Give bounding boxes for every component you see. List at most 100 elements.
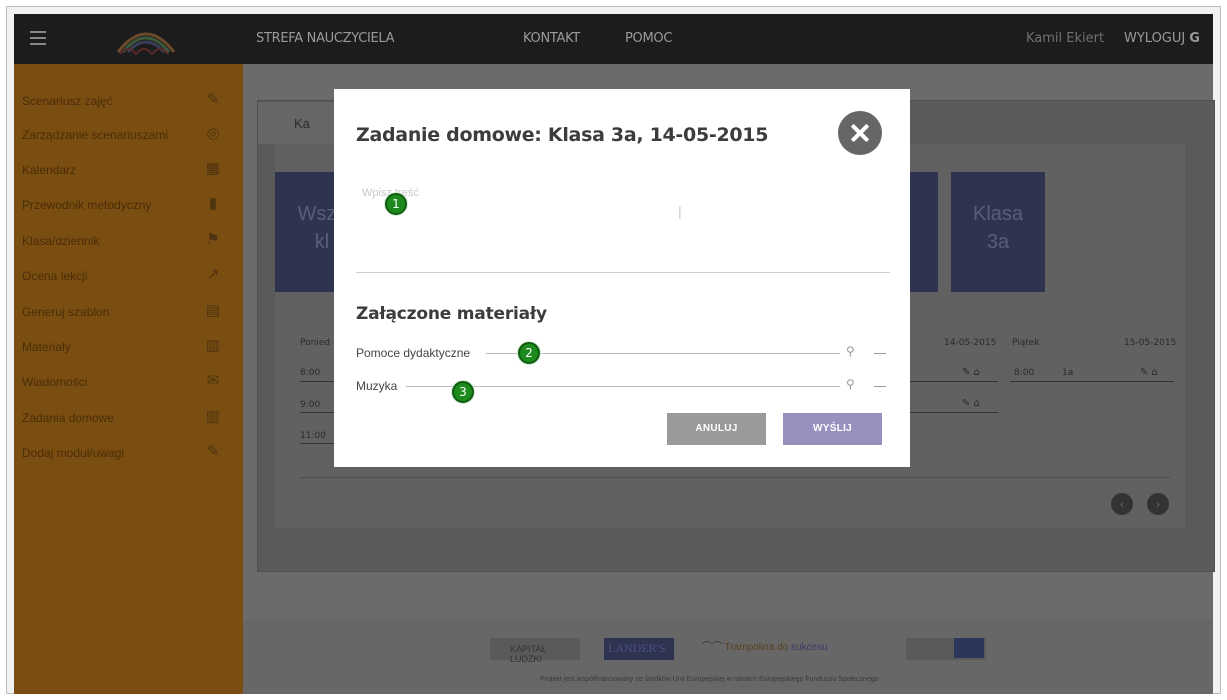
rainbow-logo-icon[interactable] (114, 22, 178, 56)
marker-3: 3 (452, 381, 474, 403)
material-row: Muzyka ⚲ (356, 377, 890, 395)
material-label: Pomoce dydaktyczne (356, 346, 477, 360)
sidebar-item-label: Scenariusz zajęć (22, 94, 113, 108)
logo-text: sukcesu (790, 642, 828, 653)
logo-arc-icon: ⌒⌒ (702, 642, 722, 653)
schedule-divider (910, 381, 998, 382)
sidebar-item-homework[interactable]: Zadania domowe ▥ (14, 401, 243, 435)
close-icon[interactable] (838, 111, 882, 155)
top-bar: STREFA NAUCZYCIELA KONTAKT POMOC Kamil E… (14, 14, 1213, 64)
logout-label: WYLOGUJ (1124, 31, 1186, 46)
schedule-day-monday: Ponied (300, 338, 331, 348)
schedule-divider (1010, 381, 1174, 382)
prev-week-icon[interactable]: ‹ (1111, 493, 1133, 515)
schedule-time: 8:00 (1014, 368, 1035, 378)
sidebar-item-add-module[interactable]: Dodaj moduł/uwagi ✎ (14, 436, 243, 470)
edit-lesson-icon[interactable]: ✎ ⌂ (962, 398, 980, 409)
schedule-date-friday: 15-05-2015 (1124, 338, 1177, 348)
edit-lesson-icon[interactable]: ✎ ⌂ (1140, 367, 1158, 378)
logo-text: KAPITAŁ LUDZKI (510, 644, 547, 664)
compass-icon: ◎ (206, 125, 220, 142)
remove-icon[interactable] (874, 353, 886, 354)
sidebar-item-calendar[interactable]: Kalendarz ▦ (14, 153, 243, 187)
sidebar-item-label: Materiały (22, 340, 71, 354)
schedule-divider (300, 412, 334, 413)
nav-help[interactable]: POMOC (625, 31, 672, 46)
sidebar-item-class-register[interactable]: Klasa/dziennik ⚑ (14, 224, 243, 258)
schedule-time: 8:00 (300, 368, 321, 378)
envelope-icon: ✉ (206, 372, 220, 389)
tile-class-3a[interactable]: Klasa 3a (951, 172, 1045, 292)
schedule-time: 11:00 (300, 431, 326, 441)
tile-line2: 3a (986, 231, 1010, 253)
schedule-class: 1a (1062, 368, 1074, 378)
sidebar-item-materials[interactable]: Materiały ▥ (14, 330, 243, 364)
landers-logo: LANDER'S (604, 638, 674, 660)
user-name: Kamil Ekiert (1026, 31, 1105, 46)
sidebar-item-label: Ocena lekcji (22, 269, 88, 283)
sidebar-item-guide[interactable]: Przewodnik metodyczny ▮ (14, 188, 243, 222)
attached-materials-title: Załączone materiały (356, 304, 547, 324)
tab-label: Ka (294, 116, 310, 131)
tile-line1: Klasa (972, 203, 1024, 225)
sidebar-item-scenario[interactable]: Scenariusz zajęć ✎ (14, 84, 243, 118)
remove-icon[interactable] (874, 386, 886, 387)
calendar-icon: ▦ (205, 160, 221, 177)
schedule-time: 9:00 (300, 400, 321, 410)
schedule-date-thursday: 14-05-2015 (944, 338, 997, 348)
next-week-icon[interactable]: › (1147, 493, 1169, 515)
logout-link[interactable]: WYLOGUJ G (1124, 31, 1200, 46)
trampolina-logo: ⌒⌒ Trampolina do sukcesu (702, 638, 828, 660)
schedule-divider (300, 443, 334, 444)
books-icon: ▥ (205, 408, 221, 425)
film-icon: ▥ (205, 337, 221, 354)
note-icon: ✎ (206, 443, 220, 460)
homework-text-input[interactable]: Wpisz treść (356, 181, 890, 271)
sidebar-item-label: Wiadomości (22, 375, 88, 389)
edit-icon: ✎ (206, 91, 220, 108)
search-icon[interactable]: ⚲ (846, 344, 860, 358)
footer-note: Projekt jest współfinansowany ze środków… (540, 676, 879, 683)
schedule-day-friday: Piątek (1012, 338, 1040, 348)
logo-text: LANDER'S (608, 641, 666, 655)
material-row: Pomoce dydaktyczne ⚲ (356, 344, 890, 362)
search-icon[interactable]: ⚲ (846, 377, 860, 391)
logout-icon: G (1189, 31, 1200, 46)
kapital-ludzki-logo: KAPITAŁ LUDZKI (490, 638, 580, 664)
sidebar-item-generate-template[interactable]: Generuj szablon ▤ (14, 295, 243, 329)
sidebar-item-lesson-rating[interactable]: Ocena lekcji ↗ (14, 259, 243, 293)
chart-icon: ↗ (206, 266, 220, 283)
text-cursor: | (678, 203, 682, 219)
logo-text: Trampolina do (724, 642, 789, 653)
nav-contact[interactable]: KONTAKT (523, 31, 580, 46)
cancel-button[interactable]: ANULUJ (667, 413, 766, 445)
divider (356, 272, 890, 273)
schedule-divider (300, 477, 1170, 478)
sidebar: Scenariusz zajęć ✎ Zarządzanie scenariusz… (14, 64, 243, 694)
nav-teacher-zone[interactable]: STREFA NAUCZYCIELA (256, 31, 395, 46)
schedule-divider (300, 381, 334, 382)
eu-flag-logo (906, 638, 986, 660)
sidebar-item-messages[interactable]: Wiadomości ✉ (14, 365, 243, 399)
edit-lesson-icon[interactable]: ✎ ⌂ (962, 367, 980, 378)
sidebar-item-label: Generuj szablon (22, 305, 110, 319)
sidebar-item-label: Dodaj moduł/uwagi (22, 446, 125, 460)
flag-icon: ⚑ (206, 231, 220, 248)
marker-1: 1 (385, 193, 407, 215)
document-icon: ▤ (205, 302, 221, 319)
marker-2: 2 (518, 342, 540, 364)
book-icon: ▮ (208, 195, 218, 212)
send-button[interactable]: WYŚLIJ (783, 413, 882, 445)
sidebar-item-label: Klasa/dziennik (22, 234, 100, 248)
menu-icon[interactable] (30, 31, 46, 45)
eu-flag-icon (954, 638, 984, 658)
material-label: Muzyka (356, 379, 404, 393)
sidebar-item-label: Zarządzanie scenariuszami (22, 128, 169, 142)
sidebar-item-label: Kalendarz (22, 163, 77, 177)
schedule-divider (910, 412, 998, 413)
sidebar-item-manage-scenarios[interactable]: Zarządzanie scenariuszami ◎ (14, 118, 243, 152)
dialog-title: Zadanie domowe: Klasa 3a, 14-05-2015 (356, 124, 769, 146)
sidebar-item-label: Przewodnik metodyczny (22, 198, 152, 212)
homework-dialog: Zadanie domowe: Klasa 3a, 14-05-2015 Wpi… (334, 89, 910, 467)
sidebar-item-label: Zadania domowe (22, 411, 115, 425)
